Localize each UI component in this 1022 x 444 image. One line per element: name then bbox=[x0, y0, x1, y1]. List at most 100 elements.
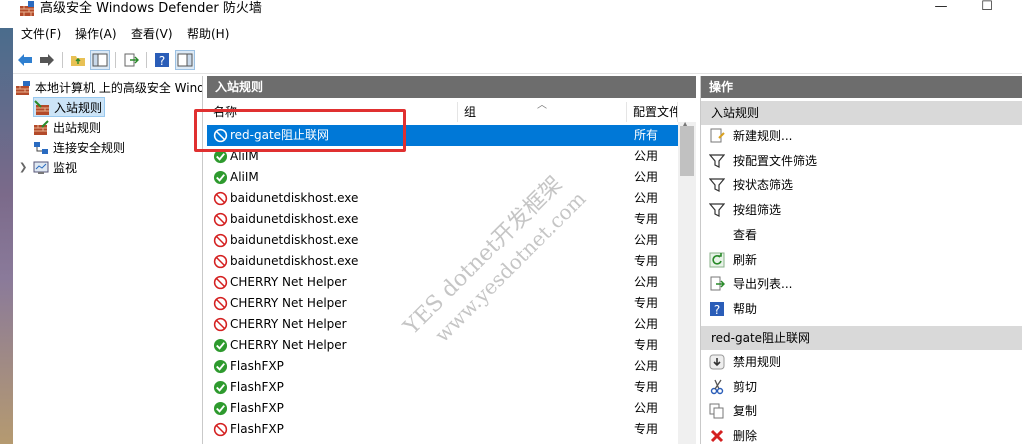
rule-profile: 公用 bbox=[634, 149, 659, 163]
export-icon bbox=[710, 276, 725, 291]
table-row[interactable]: baidunetdiskhost.exe 公用 bbox=[207, 188, 678, 209]
tree-item-monitoring[interactable]: 监视 bbox=[33, 158, 153, 178]
inbound-rules-icon bbox=[34, 100, 49, 115]
menu-file[interactable]: 文件(F) bbox=[21, 26, 61, 42]
forward-arrow-icon bbox=[40, 54, 54, 66]
toolbar: ? bbox=[13, 46, 1022, 74]
delete-icon bbox=[710, 430, 724, 443]
table-row[interactable]: CHERRY Net Helper 公用 bbox=[207, 314, 678, 335]
action-label: 按组筛选 bbox=[733, 203, 782, 218]
rule-profile: 专用 bbox=[634, 254, 659, 268]
block-circle-icon bbox=[213, 128, 228, 143]
disable-icon bbox=[709, 354, 725, 370]
action-label: 复制 bbox=[733, 404, 758, 419]
rule-name: red-gate阻止联网 bbox=[230, 128, 330, 142]
rule-profile: 公用 bbox=[634, 233, 659, 247]
table-row[interactable]: AliIM 公用 bbox=[207, 167, 678, 188]
copy-icon bbox=[709, 403, 724, 419]
minimize-button[interactable]: — bbox=[918, 0, 964, 18]
rule-profile: 公用 bbox=[634, 275, 659, 289]
monitoring-icon bbox=[33, 161, 49, 174]
allow-check-icon bbox=[213, 380, 228, 395]
svg-text:?: ? bbox=[159, 54, 165, 68]
table-row[interactable]: baidunetdiskhost.exe 专用 bbox=[207, 209, 678, 230]
block-circle-icon bbox=[213, 254, 228, 269]
action-label: 新建规则... bbox=[733, 129, 793, 143]
action-label: 导出列表... bbox=[733, 277, 793, 292]
tree-root[interactable]: 本地计算机 上的高级安全 Wind bbox=[15, 78, 202, 98]
filter-icon bbox=[709, 178, 725, 193]
allow-check-icon bbox=[213, 338, 228, 353]
maximize-button[interactable]: ☐ bbox=[964, 0, 1010, 18]
rule-name: FlashFXP bbox=[230, 401, 284, 415]
up-folder-button[interactable] bbox=[68, 50, 88, 70]
allow-check-icon bbox=[213, 170, 228, 185]
table-row[interactable]: CHERRY Net Helper 专用 bbox=[207, 335, 678, 356]
action-label: 按配置文件筛选 bbox=[733, 153, 818, 168]
rule-profile: 专用 bbox=[634, 380, 659, 394]
block-circle-icon bbox=[213, 191, 228, 206]
column-name[interactable]: 名称 bbox=[207, 102, 458, 122]
svg-text:?: ? bbox=[714, 303, 720, 317]
table-row[interactable]: FlashFXP 公用 bbox=[207, 398, 678, 419]
title-bar: 高级安全 Windows Defender 防火墙 — ☐ bbox=[0, 0, 1022, 20]
export-list-button[interactable] bbox=[121, 50, 141, 70]
help-icon: ? bbox=[155, 53, 169, 68]
menu-help[interactable]: 帮助(H) bbox=[187, 26, 229, 42]
tree-item-connection-security-rules[interactable]: 连接安全规则 bbox=[33, 138, 173, 158]
forward-button[interactable] bbox=[37, 50, 57, 70]
table-row[interactable]: baidunetdiskhost.exe 公用 bbox=[207, 230, 678, 251]
help-icon: ? bbox=[710, 301, 724, 317]
window-title: 高级安全 Windows Defender 防火墙 bbox=[40, 1, 262, 16]
rule-profile: 公用 bbox=[634, 191, 659, 205]
table-row[interactable]: baidunetdiskhost.exe 专用 bbox=[207, 251, 678, 272]
expand-arrow-icon[interactable]: ❯ bbox=[19, 162, 27, 173]
allow-check-icon bbox=[213, 359, 228, 374]
show-hide-action-pane-button[interactable] bbox=[175, 50, 195, 70]
rule-profile: 公用 bbox=[634, 170, 659, 184]
rule-name: CHERRY Net Helper bbox=[230, 317, 347, 331]
actions-section-selected-rule[interactable]: red-gate阻止联网 bbox=[701, 326, 1022, 350]
rule-profile: 专用 bbox=[634, 296, 659, 310]
table-row[interactable]: FlashFXP 专用 bbox=[207, 419, 678, 440]
desktop-background-strip bbox=[0, 28, 13, 444]
console-tree: 本地计算机 上的高级安全 Wind 入站规则 出站规则 连接安全规则 ❯ 监视 bbox=[13, 76, 203, 444]
back-button[interactable] bbox=[15, 50, 35, 70]
action-label: 删除 bbox=[733, 429, 758, 444]
action-label: 禁用规则 bbox=[733, 355, 782, 369]
block-circle-icon bbox=[213, 233, 228, 248]
show-hide-console-tree-button[interactable] bbox=[90, 50, 110, 70]
rule-profile: 专用 bbox=[634, 422, 659, 436]
scrollbar-thumb[interactable] bbox=[680, 126, 694, 176]
rule-name: baidunetdiskhost.exe bbox=[230, 233, 359, 247]
table-row[interactable]: AliIM 公用 bbox=[207, 146, 678, 167]
actions-section-inbound[interactable]: 入站规则 bbox=[701, 101, 1022, 125]
column-profile[interactable]: 配置文件 bbox=[627, 102, 678, 122]
help-button[interactable]: ? bbox=[152, 50, 172, 70]
rule-name: CHERRY Net Helper bbox=[230, 296, 347, 310]
action-label: 剪切 bbox=[733, 379, 758, 394]
action-label: 按状态筛选 bbox=[733, 178, 794, 193]
menu-action[interactable]: 操作(A) bbox=[75, 26, 117, 42]
column-group[interactable]: 组 bbox=[458, 102, 627, 122]
rule-name: CHERRY Net Helper bbox=[230, 275, 347, 289]
rule-profile: 公用 bbox=[634, 317, 659, 331]
rule-profile: 所有 bbox=[634, 128, 659, 142]
table-row[interactable]: FlashFXP 专用 bbox=[207, 377, 678, 398]
allow-check-icon bbox=[213, 149, 228, 164]
export-icon bbox=[124, 53, 139, 67]
rule-name: CHERRY Net Helper bbox=[230, 338, 347, 352]
tree-item-inbound-rules[interactable]: 入站规则 bbox=[33, 97, 105, 117]
rules-pane-header: 入站规则 bbox=[207, 76, 696, 98]
menu-view[interactable]: 查看(V) bbox=[131, 26, 173, 42]
menu-bar: 文件(F) 操作(A) 查看(V) 帮助(H) bbox=[13, 24, 1022, 44]
rule-name: FlashFXP bbox=[230, 359, 284, 373]
table-row[interactable]: CHERRY Net Helper 公用 bbox=[207, 272, 678, 293]
rule-profile: 专用 bbox=[634, 212, 659, 226]
tree-item-outbound-rules[interactable]: 出站规则 bbox=[33, 118, 153, 138]
refresh-icon bbox=[709, 252, 725, 267]
vertical-scrollbar[interactable]: ▲ bbox=[678, 120, 696, 444]
table-row[interactable]: FlashFXP 公用 bbox=[207, 356, 678, 377]
table-row[interactable]: red-gate阻止联网 所有 bbox=[207, 125, 678, 146]
table-row[interactable]: CHERRY Net Helper 专用 bbox=[207, 293, 678, 314]
